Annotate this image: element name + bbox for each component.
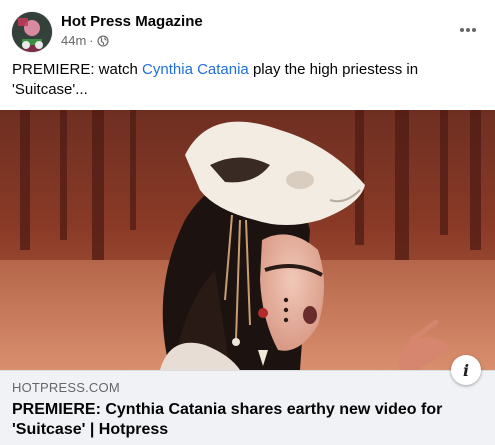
post-message: PREMIERE: watch Cynthia Catania play the… [12, 60, 482, 100]
more-options-button[interactable] [454, 18, 482, 42]
globe-icon[interactable] [97, 35, 109, 47]
post-header: Hot Press Magazine 44m · [0, 0, 495, 58]
page-avatar[interactable] [12, 12, 52, 52]
post-meta: 44m · [61, 33, 109, 49]
post-text-prefix: PREMIERE: watch [12, 61, 143, 78]
post-time[interactable]: 44m [61, 33, 86, 49]
link-domain: HOTPRESS.COM [12, 380, 120, 395]
link-title[interactable]: PREMIERE: Cynthia Catania shares earthy … [12, 400, 472, 440]
mention-link[interactable]: Cynthia Catania [142, 61, 249, 78]
avatar-image [12, 12, 52, 52]
video-still-image [0, 110, 495, 370]
link-preview[interactable]: HOTPRESS.COM PREMIERE: Cynthia Catania s… [0, 370, 495, 445]
info-button[interactable]: i [451, 355, 481, 385]
meta-separator: · [89, 33, 94, 48]
page-name[interactable]: Hot Press Magazine [61, 13, 203, 31]
ellipsis-icon [460, 28, 476, 32]
post-image[interactable] [0, 110, 495, 370]
